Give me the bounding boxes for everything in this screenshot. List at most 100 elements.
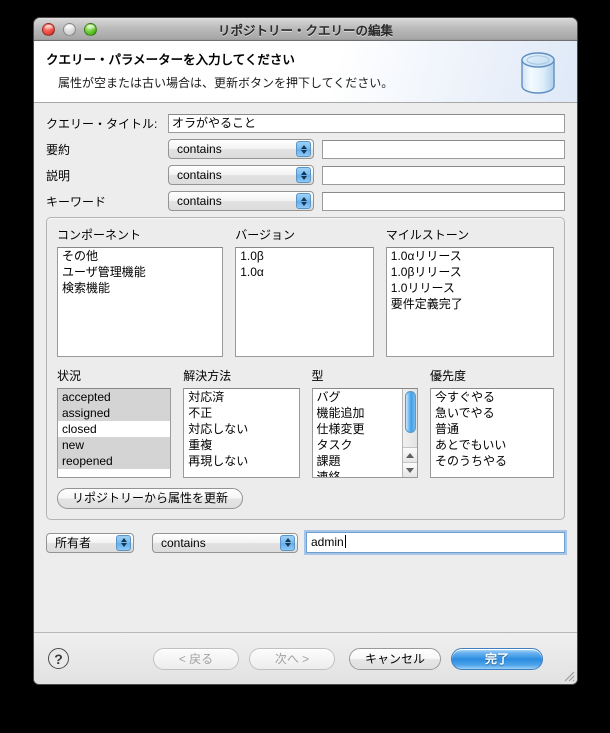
- chevron-down-icon: [285, 543, 291, 547]
- scrollbar-thumb[interactable]: [405, 391, 416, 433]
- list-item[interactable]: 重複: [184, 437, 298, 453]
- next-button[interactable]: 次へ >: [249, 648, 335, 670]
- list-item[interactable]: 不正: [184, 405, 298, 421]
- filter-value-input[interactable]: [322, 140, 565, 159]
- owner-value-text: admin: [311, 535, 344, 549]
- chevron-up-icon: [121, 538, 127, 542]
- filter-value-input[interactable]: [322, 166, 565, 185]
- chevron-down-icon: [301, 202, 307, 206]
- filter-operator-value: contains: [177, 194, 222, 208]
- list-column: マイルストーン 1.0αリリース1.0βリリース1.0リリース要件定義完了: [386, 226, 554, 357]
- list-item[interactable]: タスク: [313, 437, 403, 453]
- top-lists-row: コンポーネントその他ユーザ管理機能検索機能バージョン1.0β1.0αマイルストー…: [57, 226, 554, 357]
- list-item[interactable]: 検索機能: [58, 280, 222, 296]
- list-box[interactable]: 1.0αリリース1.0βリリース1.0リリース要件定義完了: [386, 247, 554, 357]
- query-title-input[interactable]: オラがやること: [168, 114, 565, 133]
- cancel-button[interactable]: キャンセル: [349, 648, 441, 670]
- help-button[interactable]: ?: [48, 648, 69, 669]
- text-caret: [345, 535, 346, 548]
- list-item[interactable]: reopened: [58, 453, 170, 469]
- scroll-down-button[interactable]: [403, 462, 417, 477]
- owner-operator-select[interactable]: contains: [152, 533, 298, 553]
- list-item[interactable]: 対応済: [184, 389, 298, 405]
- header-banner: クエリー・パラメーターを入力してください 属性が空または古い場合は、更新ボタンを…: [34, 41, 577, 103]
- list-item[interactable]: 普通: [431, 421, 553, 437]
- scrollbar-buttons: [403, 447, 417, 477]
- chevron-up-icon: [301, 145, 307, 149]
- list-item[interactable]: 1.0αリリース: [387, 248, 553, 264]
- list-item[interactable]: 急いでやる: [431, 405, 553, 421]
- list-item[interactable]: new: [58, 437, 170, 453]
- owner-value-input[interactable]: admin: [306, 532, 565, 553]
- owner-value-wrapper: admin: [306, 532, 565, 553]
- list-box[interactable]: 1.0β1.0α: [235, 247, 374, 357]
- list-header: 型: [312, 367, 419, 384]
- list-item[interactable]: assigned: [58, 405, 170, 421]
- stepper-icon[interactable]: [296, 167, 311, 183]
- window-title: リポジトリー・クエリーの編集: [34, 20, 577, 39]
- minimize-button[interactable]: [63, 23, 76, 36]
- stepper-icon[interactable]: [296, 193, 311, 209]
- list-item[interactable]: 連絡: [313, 469, 403, 478]
- filter-label: 説明: [46, 167, 168, 184]
- filter-operator-select[interactable]: contains: [168, 165, 314, 185]
- list-box[interactable]: 対応済不正対応しない重複再現しない: [183, 388, 299, 478]
- owner-field-select[interactable]: 所有者: [46, 533, 134, 553]
- arrow-down-icon: [406, 468, 414, 473]
- list-item[interactable]: accepted: [58, 389, 170, 405]
- list-box[interactable]: acceptedassignedclosednewreopened: [57, 388, 171, 478]
- resize-grip[interactable]: [561, 668, 575, 682]
- stepper-icon[interactable]: [296, 141, 311, 157]
- filter-value-input[interactable]: [322, 192, 565, 211]
- list-item[interactable]: 1.0βリリース: [387, 264, 553, 280]
- list-item[interactable]: 今すぐやる: [431, 389, 553, 405]
- list-column: 状況 acceptedassignedclosednewreopened: [57, 367, 171, 478]
- zoom-button[interactable]: [84, 23, 97, 36]
- list-item[interactable]: そのうちやる: [431, 453, 553, 469]
- refresh-attributes-button[interactable]: リポジトリーから属性を更新: [57, 488, 243, 509]
- stepper-icon[interactable]: [116, 535, 131, 551]
- list-header: 解決方法: [183, 367, 299, 384]
- list-item[interactable]: ユーザ管理機能: [58, 264, 222, 280]
- list-header: 優先度: [430, 367, 554, 384]
- title-bar[interactable]: リポジトリー・クエリーの編集: [34, 18, 577, 41]
- close-button[interactable]: [42, 23, 55, 36]
- list-item[interactable]: あとでもいい: [431, 437, 553, 453]
- vertical-scrollbar[interactable]: [402, 389, 417, 477]
- list-column: コンポーネントその他ユーザ管理機能検索機能: [57, 226, 223, 357]
- list-header: 状況: [57, 367, 171, 384]
- stepper-icon[interactable]: [280, 535, 295, 551]
- dialog-window: リポジトリー・クエリーの編集 クエリー・パラメーターを入力してください 属性が空…: [33, 17, 578, 685]
- window-controls: [42, 23, 97, 36]
- list-box[interactable]: バグ機能追加仕様変更タスク課題連絡: [312, 388, 419, 478]
- list-box[interactable]: その他ユーザ管理機能検索機能: [57, 247, 223, 357]
- list-item[interactable]: closed: [58, 421, 170, 437]
- filter-label: 要約: [46, 141, 168, 158]
- list-item[interactable]: 再現しない: [184, 453, 298, 469]
- list-item[interactable]: 1.0リリース: [387, 280, 553, 296]
- list-header: マイルストーン: [386, 226, 554, 243]
- arrow-up-icon: [406, 453, 414, 458]
- list-item[interactable]: その他: [58, 248, 222, 264]
- list-item[interactable]: 機能追加: [313, 405, 403, 421]
- filter-operator-select[interactable]: contains: [168, 139, 314, 159]
- filter-operator-value: contains: [177, 168, 222, 182]
- list-item[interactable]: バグ: [313, 389, 403, 405]
- scroll-up-button[interactable]: [403, 447, 417, 462]
- list-item[interactable]: 要件定義完了: [387, 296, 553, 312]
- attributes-groupbox: コンポーネントその他ユーザ管理機能検索機能バージョン1.0β1.0αマイルストー…: [46, 217, 565, 520]
- list-item[interactable]: 1.0α: [236, 264, 373, 280]
- list-item[interactable]: 課題: [313, 453, 403, 469]
- finish-button[interactable]: 完了: [451, 648, 543, 670]
- chevron-up-icon: [301, 197, 307, 201]
- list-item[interactable]: 1.0β: [236, 248, 373, 264]
- chevron-down-icon: [301, 150, 307, 154]
- list-box[interactable]: 今すぐやる急いでやる普通あとでもいいそのうちやる: [430, 388, 554, 478]
- chevron-up-icon: [301, 171, 307, 175]
- filter-label: キーワード: [46, 193, 168, 210]
- filter-operator-select[interactable]: contains: [168, 191, 314, 211]
- header-title: クエリー・パラメーターを入力してください: [46, 49, 577, 68]
- list-item[interactable]: 対応しない: [184, 421, 298, 437]
- list-item[interactable]: 仕様変更: [313, 421, 403, 437]
- back-button[interactable]: < 戻る: [153, 648, 239, 670]
